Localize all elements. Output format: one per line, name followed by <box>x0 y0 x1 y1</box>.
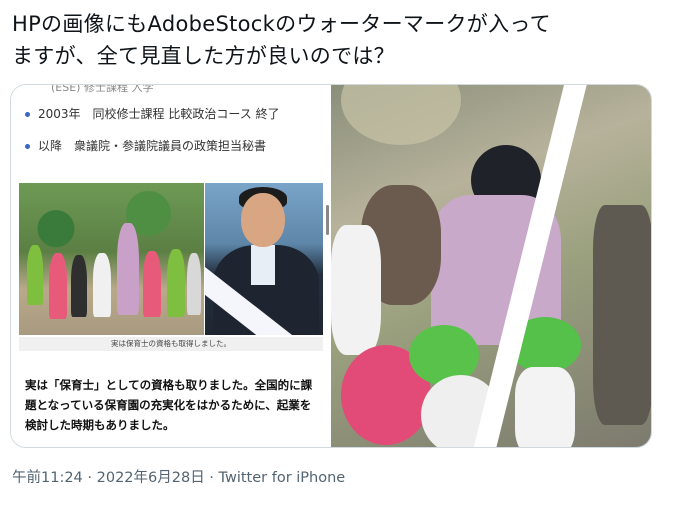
cut-off-text: (ESE) 修士課程 入学 <box>51 85 154 94</box>
photo-caption: 実は保育士の資格も取得しました。 <box>19 337 323 351</box>
bullet-item-text: 2003年 同校修士課程 比較政治コース 終了 <box>38 107 280 121</box>
scrollbar-thumb <box>326 205 329 235</box>
tweet-media-card[interactable]: (ESE) 修士課程 入学 2003年 同校修士課程 比較政治コース 終了 以降… <box>10 84 652 448</box>
bullet-dot-icon <box>25 144 30 149</box>
tweet-text-line-2: ますが、全て見直した方が良いのでは？ <box>12 44 395 68</box>
tweet-timestamp[interactable]: 午前11:24 · 2022年6月28日 · Twitter for iPhon… <box>12 466 345 487</box>
tweet-text-line-1: HPの画像にもAdobeStockのウォーターマークが入って <box>12 12 551 36</box>
politician-photo <box>205 183 323 335</box>
website-screenshot-image[interactable]: (ESE) 修士課程 入学 2003年 同校修士課程 比較政治コース 終了 以降… <box>11 85 331 447</box>
profile-body-text: 実は「保育士」としての資格も取りました。全国的に課題となっている保育園の充実化を… <box>25 378 313 432</box>
tweet-text: HPの画像にもAdobeStockのウォーターマークが入って ますが、全て見直し… <box>12 8 662 72</box>
bullet-item: 以降 衆議院・参議院議員の政策担当秘書 <box>25 137 266 154</box>
bullet-item: 2003年 同校修士課程 比較政治コース 終了 <box>25 105 280 122</box>
bullet-item-text: 以降 衆議院・参議院議員の政策担当秘書 <box>38 139 267 153</box>
bullet-dot-icon <box>25 112 30 117</box>
nursery-children-photo <box>19 183 204 335</box>
stock-photo-image[interactable] <box>331 85 651 447</box>
